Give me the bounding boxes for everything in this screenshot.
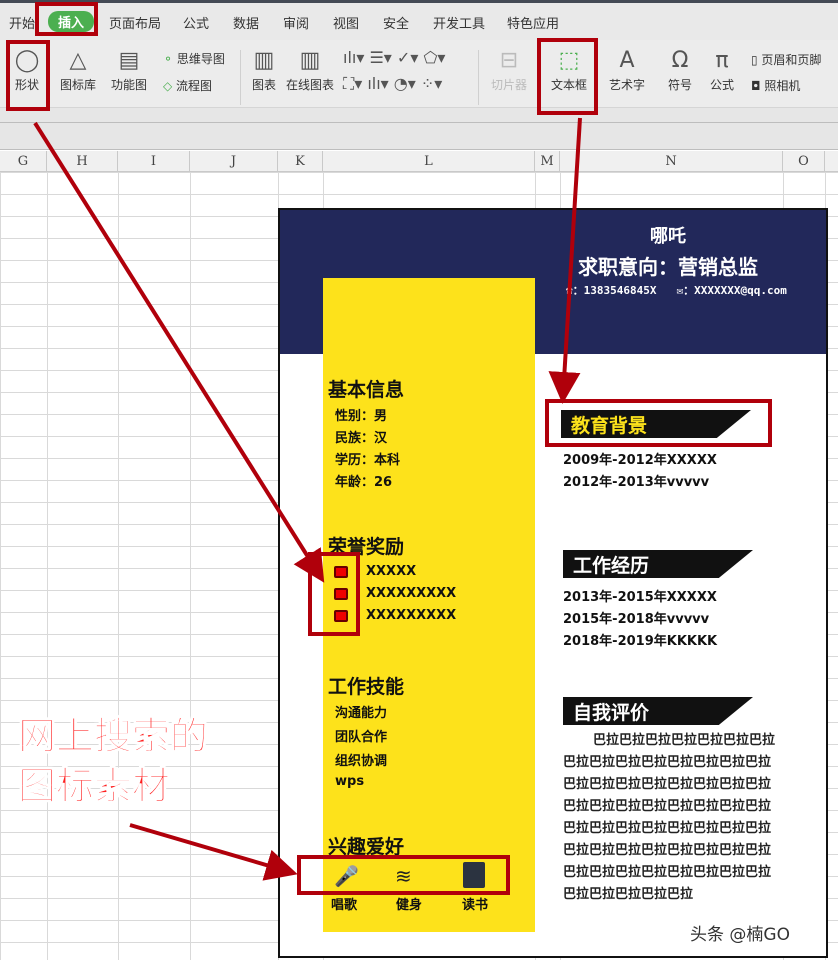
annotation-arrows xyxy=(33,117,582,881)
watermark: 头条 @楠GO xyxy=(690,925,790,945)
callout-line2: 图标素材 xyxy=(17,764,171,809)
callout-line1: 网上搜索的 xyxy=(17,714,209,759)
